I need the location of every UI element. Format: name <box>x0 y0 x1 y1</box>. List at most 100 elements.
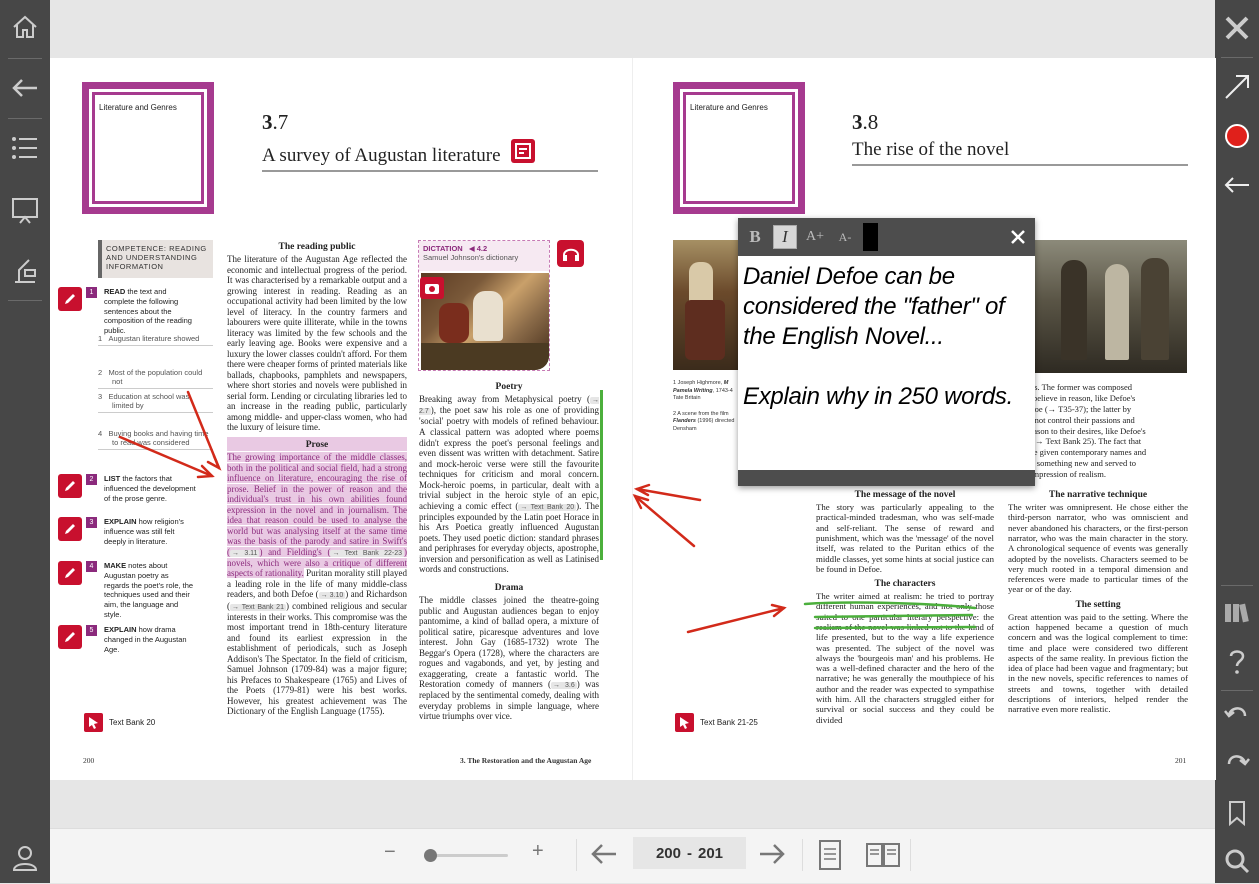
wrench-icon[interactable] <box>1215 5 1259 51</box>
pencil-icon[interactable] <box>58 474 82 498</box>
question-row[interactable]: 3 Education at school was limited by <box>98 392 213 413</box>
font-decrease-button[interactable]: A- <box>833 225 857 249</box>
cross-ref-link[interactable]: → Text Bank 20 <box>518 504 576 511</box>
board-icon[interactable] <box>0 188 50 234</box>
caption-text: Tate Britain <box>673 395 701 401</box>
single-page-icon[interactable] <box>818 839 842 876</box>
record-icon[interactable] <box>1215 113 1259 159</box>
cursor-icon <box>84 713 103 732</box>
cross-ref-link[interactable]: → Text Bank 21 <box>230 604 286 611</box>
prev-page-icon[interactable] <box>590 843 618 870</box>
question-number: 3 <box>98 392 102 401</box>
headphones-icon[interactable] <box>557 240 584 267</box>
arrow-tool-icon[interactable] <box>1215 64 1259 110</box>
zoom-slider-thumb[interactable] <box>424 849 437 862</box>
double-page-icon[interactable] <box>865 841 901 874</box>
task-4[interactable]: 4 MAKE notes about Augustan poetry as re… <box>58 561 218 613</box>
cross-ref-link[interactable]: → 3.11 <box>230 550 259 557</box>
library-icon[interactable] <box>1215 589 1259 635</box>
interactive-icon[interactable] <box>511 139 535 163</box>
user-icon[interactable] <box>0 835 50 881</box>
question-text: Education at school was limited by <box>108 392 189 410</box>
italic-button[interactable]: I <box>773 225 797 249</box>
task-verb: MAKE <box>104 561 126 570</box>
audio-icon[interactable]: ◀ <box>469 244 475 253</box>
sticky-note[interactable]: B I A+ A- Daniel Defoe can be considered… <box>738 218 1035 486</box>
color-swatch-button[interactable] <box>863 223 878 251</box>
section-subnumber: .8 <box>863 110 879 134</box>
question-row[interactable]: 2 Most of the population could not <box>98 368 213 389</box>
text-line: on Crusoe (→ T35-37); the latter by <box>1008 404 1188 415</box>
pencil-icon[interactable] <box>58 517 82 541</box>
heading-prose: Prose <box>227 437 407 451</box>
camera-icon[interactable] <box>420 277 444 299</box>
textbank-label: Text Bank 20 <box>109 718 155 727</box>
pencil-icon[interactable] <box>58 561 82 585</box>
poetry-text: ), the poet saw his role as one of provi… <box>419 405 599 510</box>
cross-ref-link[interactable]: → Text Bank 22-23 <box>330 550 404 557</box>
separator <box>576 839 577 871</box>
separator <box>910 839 911 871</box>
question-row[interactable]: 1 Augustan literature showed <box>98 334 213 346</box>
redo-icon[interactable] <box>1215 740 1259 786</box>
poetry-text: Breaking away from Metaphysical poetry ( <box>419 394 590 404</box>
pencil-icon[interactable] <box>58 625 82 649</box>
task-2[interactable]: 2 LIST the factors that influenced the d… <box>58 474 218 508</box>
task-1[interactable]: 1 READ the text and complete the followi… <box>58 287 218 317</box>
column-poetry-drama: Poetry Breaking away from Metaphysical p… <box>419 380 599 722</box>
task-number: 2 <box>86 474 97 485</box>
page-number: 200 <box>83 756 94 765</box>
font-increase-button[interactable]: A+ <box>803 225 827 249</box>
task-5[interactable]: 5 EXPLAIN how drama changed in the Augus… <box>58 625 218 655</box>
competence-box: COMPETENCE: READING AND UNDERSTANDING IN… <box>98 240 213 278</box>
zoom-slider[interactable] <box>424 854 508 857</box>
arrow-left-icon[interactable] <box>1215 162 1259 208</box>
column-reading-prose: The reading public The literature of the… <box>227 240 407 717</box>
bold-button[interactable]: B <box>743 225 767 249</box>
note-resize-bar[interactable] <box>738 470 1035 486</box>
question-number: 2 <box>98 368 102 377</box>
tools-icon[interactable] <box>0 247 50 293</box>
separator <box>1221 585 1253 586</box>
zoom-in-button[interactable]: + <box>532 840 544 863</box>
page-indicator[interactable]: 200-201 <box>633 837 746 869</box>
text-line: vho cannot control their passions and <box>1008 415 1188 426</box>
zoom-out-button[interactable]: − <box>384 841 396 864</box>
next-page-icon[interactable] <box>758 843 786 870</box>
section-number: 3 <box>852 110 863 134</box>
caption-text: M <box>724 380 729 386</box>
paragraph-drama: The middle classes joined the theatre-go… <box>419 595 599 722</box>
undo-icon[interactable] <box>1215 692 1259 738</box>
list-icon[interactable] <box>0 125 50 171</box>
bookmark-icon[interactable] <box>1215 790 1259 836</box>
caption-text: (1996) directed <box>696 418 735 424</box>
text-line: le who believe in reason, like Defoe's <box>1008 393 1188 404</box>
right-toolbar <box>1215 0 1259 883</box>
note-text[interactable]: Daniel Defoe can be considered the "fath… <box>738 256 1035 412</box>
home-icon[interactable] <box>0 4 50 50</box>
task-3[interactable]: 3 EXPLAIN how religion’s influence was s… <box>58 517 218 551</box>
back-icon[interactable] <box>0 65 50 111</box>
dictation-box[interactable]: DICTATION ◀ 4.2 Samuel Johnson's diction… <box>418 240 550 371</box>
text-line: o groups. The former was composed <box>1008 382 1188 393</box>
help-icon[interactable] <box>1215 638 1259 684</box>
task-verb: EXPLAIN <box>104 517 137 526</box>
textbank-label: Text Bank 21-25 <box>700 718 758 727</box>
cross-ref-link[interactable]: → 3.10 <box>319 592 346 599</box>
task-number: 1 <box>86 287 97 298</box>
highlighted-text[interactable]: The growing importance of the middle cla… <box>227 452 407 578</box>
caption-text: Flanders <box>673 418 696 424</box>
search-icon[interactable] <box>1215 838 1259 884</box>
cross-ref-link[interactable]: → 3.6 <box>551 682 577 689</box>
pencil-icon[interactable] <box>58 287 82 311</box>
caption-text: , 1743-4 <box>713 388 733 394</box>
heading-narrative: The narrative technique <box>1008 490 1188 501</box>
caption-text: 1 Joseph Highmore, <box>673 380 724 386</box>
question-number: 1 <box>98 334 102 343</box>
question-row[interactable]: 4 Buying books and having time to read w… <box>98 429 213 450</box>
textbank-link[interactable]: Text Bank 21-25 <box>675 713 758 732</box>
frame-label: Literature and Genres <box>99 103 177 112</box>
textbank-link[interactable]: Text Bank 20 <box>84 713 155 732</box>
separator <box>1221 690 1253 691</box>
close-icon[interactable] <box>1005 224 1031 250</box>
